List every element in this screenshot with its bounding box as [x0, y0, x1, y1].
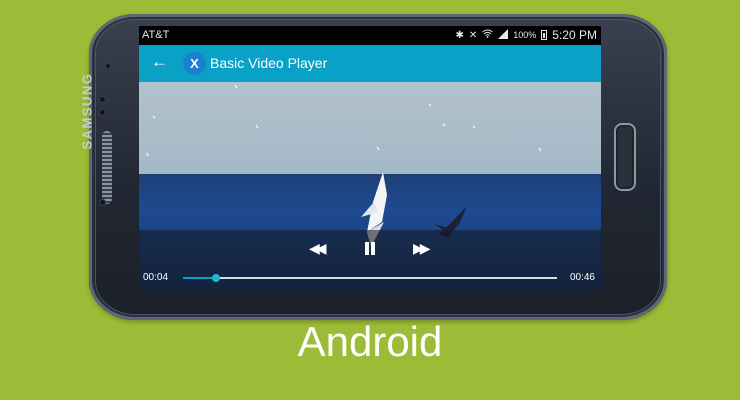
battery-icon — [541, 30, 548, 40]
proximity-sensor — [99, 96, 106, 103]
phone-screen: AT&T ✱ ✕ 100% 5:20 PM ← X Basic Video Pl… — [139, 26, 601, 290]
seek-bar[interactable] — [183, 274, 557, 282]
brand-area: SAMSUNG — [80, 73, 135, 197]
pause-icon[interactable] — [363, 242, 377, 256]
video-surface[interactable] — [139, 82, 601, 290]
battery-percent: 100% — [513, 30, 537, 40]
carrier-name: AT&T — [142, 29, 170, 41]
brand-logo: SAMSUNG — [79, 72, 95, 150]
status-bar: AT&T ✱ ✕ 100% 5:20 PM — [139, 26, 601, 45]
signal-icon — [498, 28, 509, 42]
rewind-icon[interactable]: ◀◀ — [309, 240, 326, 257]
home-button[interactable] — [614, 123, 636, 191]
elapsed-time: 00:04 — [143, 272, 169, 283]
bluetooth-icon: ✱ — [455, 29, 464, 41]
status-icons: ✱ ✕ 100% 5:20 PM — [455, 28, 597, 42]
app-logo-icon: X — [183, 52, 206, 75]
player-controls — [139, 230, 601, 290]
wifi-icon — [482, 29, 494, 41]
total-duration: 00:46 — [569, 272, 595, 283]
seek-thumb[interactable] — [211, 274, 220, 282]
fast-forward-icon[interactable]: ▶▶ — [413, 240, 430, 257]
front-camera-icon — [105, 63, 111, 69]
action-bar: ← X Basic Video Player — [139, 45, 601, 82]
back-arrow-icon[interactable]: ← — [151, 52, 168, 72]
platform-caption: Android — [297, 318, 443, 365]
notification-led — [99, 199, 106, 206]
app-title: Basic Video Player — [210, 55, 328, 71]
light-sensor — [99, 109, 106, 116]
status-time: 5:20 PM — [552, 28, 597, 42]
mute-icon: ✕ — [468, 29, 478, 41]
seek-progress — [183, 277, 216, 279]
